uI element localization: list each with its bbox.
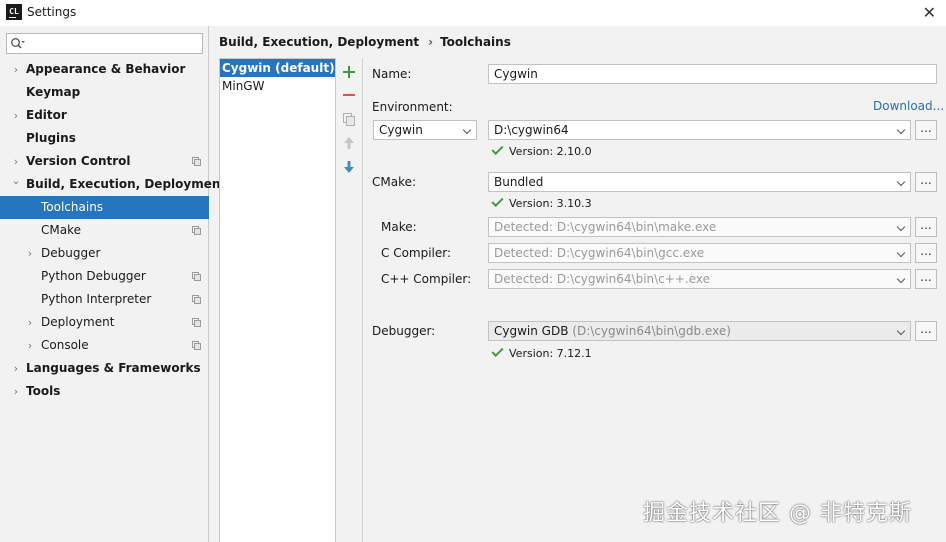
chevron-right-icon[interactable]: › [11, 357, 21, 380]
make-browse-button[interactable]: ... [915, 217, 937, 237]
toolchain-item-cygwin[interactable]: Cygwin (default) [220, 59, 335, 77]
sidebar-item-label: Keymap [26, 85, 81, 99]
environment-path-combo[interactable]: D:\cygwin64 [488, 120, 911, 140]
cpp-compiler-combo[interactable]: Detected: D:\cygwin64\bin\c++.exe [488, 269, 911, 289]
sidebar-item-label: Plugins [26, 131, 76, 145]
environment-version-text: Version: 2.10.0 [509, 145, 592, 158]
sidebar-item-tools[interactable]: › Tools [0, 380, 209, 403]
sidebar-item-label: Appearance & Behavior [26, 62, 186, 76]
debugger-version: Version: 7.12.1 [491, 344, 592, 360]
cpp-compiler-label: C++ Compiler: [381, 272, 472, 286]
settings-sidebar: › Appearance & Behavior Keymap › Editor Plugi… [0, 26, 226, 542]
debugger-browse-button[interactable]: ... [915, 321, 937, 341]
sidebar-item-editor[interactable]: › Editor [0, 104, 209, 127]
make-combo[interactable]: Detected: D:\cygwin64\bin\make.exe [488, 217, 911, 237]
sidebar-item-label: Toolchains [41, 200, 104, 214]
remove-icon[interactable] [342, 88, 356, 102]
toolchain-item-mingw[interactable]: MinGW [220, 77, 335, 95]
sidebar-item-label: Version Control [26, 154, 131, 168]
window-title: Settings [27, 5, 77, 19]
chevron-right-icon[interactable]: › [11, 58, 21, 81]
project-copy-icon [192, 318, 201, 327]
chevron-right-icon[interactable]: › [25, 242, 35, 265]
sidebar-item-label: CMake [41, 223, 81, 237]
environment-browse-button[interactable]: ... [915, 120, 937, 140]
breadcrumb-separator: › [428, 35, 434, 49]
search-icon [11, 38, 25, 49]
name-field[interactable]: Cygwin [488, 64, 937, 84]
sidebar-item-label: Build, Execution, Deployment [26, 177, 227, 191]
name-label: Name: [372, 67, 412, 81]
cmake-version-text: Version: 3.10.3 [509, 197, 592, 210]
title-bar: CL Settings ✕ [0, 0, 946, 26]
check-icon [491, 194, 504, 208]
sidebar-item-console[interactable]: › Console [0, 334, 209, 357]
c-compiler-label: C Compiler: [381, 246, 452, 260]
debugger-label: Debugger: [372, 324, 436, 338]
chevron-right-icon[interactable]: › [25, 311, 35, 334]
watermark: 掘金技术社区 @ 非特克斯 [643, 501, 912, 526]
sidebar-item-label: Editor [26, 108, 67, 122]
sidebar-item-label: Python Interpreter [41, 292, 152, 306]
breadcrumb-parent[interactable]: Build, Execution, Deployment [219, 35, 419, 49]
project-copy-icon [192, 226, 201, 235]
make-label: Make: [381, 220, 417, 234]
sidebar-item-cmake[interactable]: CMake [0, 219, 209, 242]
debugger-name: Cygwin GDB [494, 324, 569, 338]
breadcrumb: Build, Execution, Deployment › Toolchains [219, 35, 511, 49]
toolchain-list: Cygwin (default) MinGW [219, 58, 336, 542]
sidebar-item-label: Tools [26, 384, 61, 398]
sidebar-item-label: Deployment [41, 315, 115, 329]
add-icon[interactable] [342, 65, 356, 79]
debugger-combo[interactable]: Cygwin GDB (D:\cygwin64\bin\gdb.exe) [488, 321, 911, 341]
cmake-version: Version: 3.10.3 [491, 194, 592, 210]
sidebar-item-keymap[interactable]: Keymap [0, 81, 209, 104]
check-icon [491, 344, 504, 358]
search-box[interactable] [6, 33, 203, 54]
sidebar-item-label: Languages & Frameworks [26, 361, 201, 375]
project-copy-icon [192, 295, 201, 304]
close-icon[interactable]: ✕ [923, 3, 936, 22]
sidebar-item-deployment[interactable]: › Deployment [0, 311, 209, 334]
breadcrumb-current: Toolchains [440, 35, 511, 49]
cpp-compiler-browse-button[interactable]: ... [915, 269, 937, 289]
chevron-right-icon[interactable]: › [25, 334, 35, 357]
project-copy-icon [192, 157, 201, 166]
download-link[interactable]: Download... [873, 99, 944, 113]
project-copy-icon [192, 341, 201, 350]
search-input[interactable] [29, 35, 199, 52]
sidebar-item-python-debugger[interactable]: Python Debugger [0, 265, 209, 288]
sidebar-item-debugger[interactable]: › Debugger [0, 242, 209, 265]
sidebar-item-label: Debugger [41, 246, 101, 260]
sidebar-item-label: Console [41, 338, 89, 352]
toolchain-toolbar [336, 58, 363, 542]
debugger-version-text: Version: 7.12.1 [509, 347, 592, 360]
sidebar-item-languages-frameworks[interactable]: › Languages & Frameworks [0, 357, 209, 380]
cmake-label: CMake: [372, 175, 417, 189]
environment-version: Version: 2.10.0 [491, 142, 592, 158]
sidebar-item-build-execution-deployment[interactable]: ⌄ Build, Execution, Deployment [0, 173, 226, 196]
cmake-combo[interactable]: Bundled [488, 172, 911, 192]
clion-app-icon: CL [6, 4, 22, 20]
sidebar-item-toolchains[interactable]: Toolchains [0, 196, 209, 219]
chevron-down-icon[interactable]: ⌄ [11, 169, 21, 192]
sidebar-item-python-interpreter[interactable]: Python Interpreter [0, 288, 209, 311]
environment-label: Environment: [372, 100, 453, 114]
sidebar-item-label: Python Debugger [41, 269, 146, 283]
cmake-browse-button[interactable]: ... [915, 172, 937, 192]
environment-type-select[interactable]: Cygwin [373, 120, 477, 140]
copy-icon [343, 113, 355, 126]
move-up-icon [344, 137, 354, 149]
project-copy-icon [192, 272, 201, 281]
check-icon [491, 142, 504, 156]
c-compiler-browse-button[interactable]: ... [915, 243, 937, 263]
debugger-path: (D:\cygwin64\bin\gdb.exe) [572, 324, 731, 338]
sidebar-item-plugins[interactable]: Plugins [0, 127, 209, 150]
sidebar-item-version-control[interactable]: › Version Control [0, 150, 209, 173]
chevron-right-icon[interactable]: › [11, 104, 21, 127]
move-down-icon[interactable] [342, 160, 356, 174]
c-compiler-combo[interactable]: Detected: D:\cygwin64\bin\gcc.exe [488, 243, 911, 263]
sidebar-item-appearance-behavior[interactable]: › Appearance & Behavior [0, 58, 209, 81]
chevron-right-icon[interactable]: › [11, 380, 21, 403]
